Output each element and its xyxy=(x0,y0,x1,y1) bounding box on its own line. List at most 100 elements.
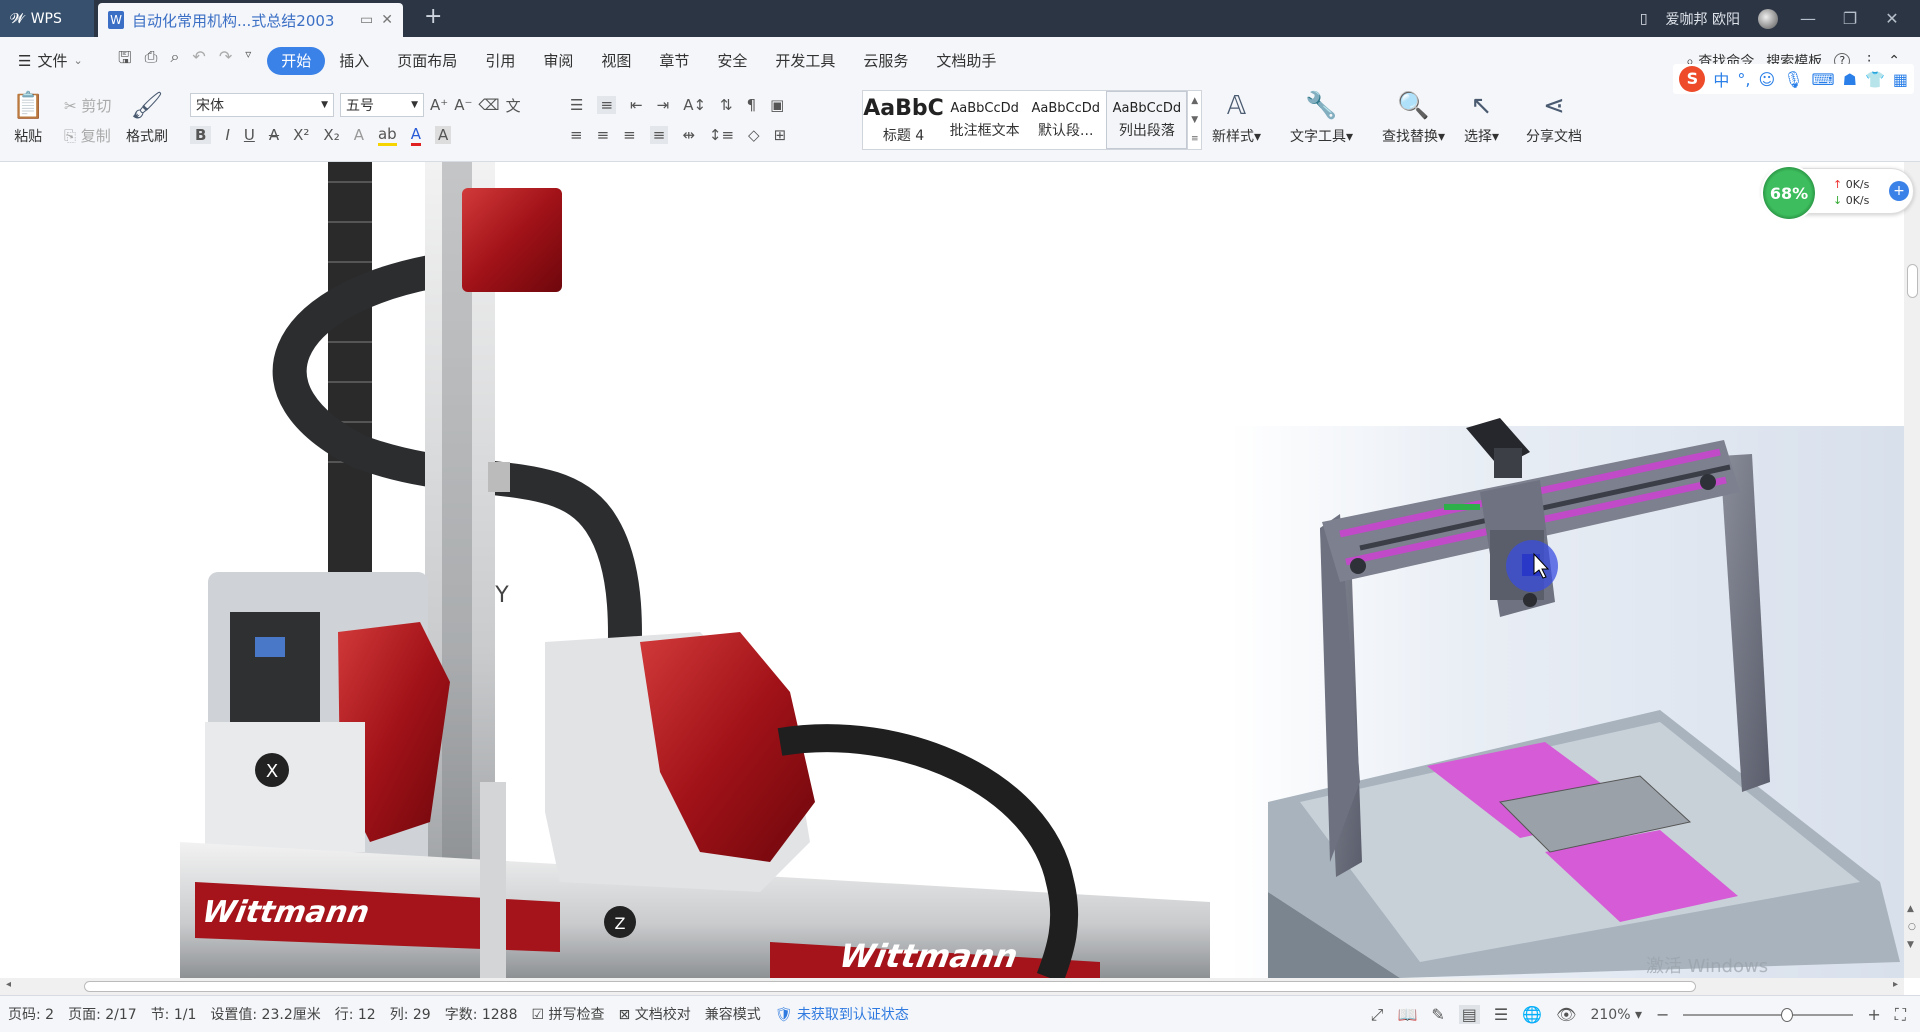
share-document-button[interactable]: ⋖ 分享文档 xyxy=(1526,90,1582,146)
tab-page-layout[interactable]: 页面布局 xyxy=(383,47,471,75)
table-borders-icon[interactable]: ⊞ xyxy=(774,126,787,144)
sort-icon[interactable]: ⇅ xyxy=(720,96,733,114)
customize-chevron-icon[interactable]: ▿ xyxy=(245,47,251,74)
highlight-button[interactable]: ab xyxy=(377,125,397,146)
line-spacing-icon[interactable]: ↕≡ xyxy=(709,126,734,144)
underline-button[interactable]: U xyxy=(244,126,255,144)
scroll-left-icon[interactable]: ◂ xyxy=(6,979,11,990)
chevron-up-icon[interactable]: ▲ xyxy=(1191,96,1198,106)
user-name[interactable]: 爱咖邦 欧阳 xyxy=(1666,9,1740,29)
format-painter-button[interactable]: 🖌 格式刷 xyxy=(126,90,168,146)
document-tab[interactable]: W 自动化常用机构...式总结2003 ▭ ✕ xyxy=(98,3,403,37)
memory-usage-ring[interactable]: 68% xyxy=(1761,165,1817,221)
fit-window-icon[interactable]: ⛶ xyxy=(1895,1005,1906,1025)
align-right-icon[interactable]: ≡ xyxy=(623,126,636,144)
phonetic-guide-icon[interactable]: 文 xyxy=(506,95,521,116)
undo-icon[interactable]: ↶ xyxy=(192,47,205,74)
emoji-icon[interactable]: ☺ xyxy=(1759,70,1776,89)
tab-home[interactable]: 开始 xyxy=(267,46,326,75)
print-preview-icon[interactable]: ⌕ xyxy=(170,47,179,74)
tab-references[interactable]: 引用 xyxy=(471,47,529,75)
status-column[interactable]: 列: 29 xyxy=(390,1004,431,1024)
style-list-paragraph[interactable]: AaBbCcDd 列出段落 xyxy=(1106,91,1188,149)
show-marks-icon[interactable]: ¶ xyxy=(747,96,757,114)
close-window-icon[interactable]: ✕ xyxy=(1880,9,1904,28)
vertical-scrollbar[interactable]: ▲ ○ ▼ xyxy=(1904,162,1920,978)
horizontal-scrollbar[interactable]: ◂ ▸ xyxy=(0,978,1904,995)
restore-icon[interactable]: ❐ xyxy=(1838,9,1862,28)
text-effect-button[interactable]: A xyxy=(354,126,364,144)
bold-button[interactable]: B xyxy=(190,126,212,144)
horizontal-scroll-thumb[interactable] xyxy=(84,981,1696,992)
avatar[interactable] xyxy=(1758,8,1778,29)
web-view-icon[interactable]: 🌐 xyxy=(1522,1005,1542,1024)
status-setting-value[interactable]: 设置值: 23.2厘米 xyxy=(210,1004,320,1024)
ime-mode[interactable]: 中 xyxy=(1713,67,1729,91)
redo-icon[interactable]: ↷ xyxy=(219,47,232,74)
eye-protect-icon[interactable]: 👁 xyxy=(1556,1005,1576,1024)
select-button[interactable]: ↖ 选择▾ xyxy=(1464,90,1499,146)
print-icon[interactable]: ⎙ xyxy=(145,47,158,74)
grid-menu-icon[interactable]: ▦ xyxy=(1893,70,1908,89)
outline-view-icon[interactable]: ☰ xyxy=(1494,1005,1508,1024)
style-heading4[interactable]: AaBbC 标题 4 xyxy=(863,91,944,149)
expand-gallery-icon[interactable]: ≡ xyxy=(1191,134,1199,144)
tab-view[interactable]: 视图 xyxy=(587,47,645,75)
zoom-level[interactable]: 210% ▾ xyxy=(1590,1007,1642,1023)
shrink-font-icon[interactable]: A⁻ xyxy=(454,96,472,114)
add-circle-icon[interactable]: + xyxy=(1889,181,1909,201)
italic-button[interactable]: I xyxy=(225,126,229,144)
cut-button[interactable]: ✂ 剪切 xyxy=(64,95,111,116)
close-tab-icon[interactable]: ✕ xyxy=(381,12,393,28)
new-tab-icon[interactable]: + xyxy=(424,4,442,29)
paste-button[interactable]: 📋 粘贴 xyxy=(12,90,44,146)
minimize-icon[interactable]: — xyxy=(1796,9,1820,28)
align-center-icon[interactable]: ≡ xyxy=(597,126,610,144)
bullet-list-icon[interactable]: ☰ xyxy=(570,96,583,114)
select-browse-icon[interactable]: ○ xyxy=(1908,922,1916,932)
doc-proofread-button[interactable]: ⊠ 文档校对 xyxy=(619,1004,691,1024)
grow-font-icon[interactable]: A⁺ xyxy=(430,96,448,114)
document-canvas[interactable]: Y X Wittmann Wittmann Z 激活 Windows ▲ ○ ▼ xyxy=(0,162,1920,978)
borders-icon[interactable]: ▣ xyxy=(770,96,784,114)
auth-status-button[interactable]: 🛡 未获取到认证状态 xyxy=(775,1004,909,1024)
subscript-button[interactable]: X₂ xyxy=(323,126,339,144)
spell-check-button[interactable]: ☑ 拼写检查 xyxy=(532,1004,605,1024)
scroll-right-icon[interactable]: ▸ xyxy=(1893,979,1898,990)
window-layout-icon[interactable]: ▯ xyxy=(1640,11,1648,27)
prev-page-icon[interactable]: ▲ xyxy=(1907,904,1914,914)
punctuation-icon[interactable]: °, xyxy=(1737,70,1750,89)
status-word-count[interactable]: 字数: 1288 xyxy=(445,1004,518,1024)
tab-cloud-service[interactable]: 云服务 xyxy=(849,47,922,75)
align-left-icon[interactable]: ≡ xyxy=(570,126,583,144)
reading-mode-icon[interactable]: 📖 xyxy=(1397,1005,1417,1024)
font-size-select[interactable]: 五号 ▼ xyxy=(340,93,424,117)
status-section[interactable]: 节: 1/1 xyxy=(151,1004,197,1024)
numbered-list-icon[interactable]: ≡ xyxy=(597,96,617,114)
increase-indent-icon[interactable]: ⇥ xyxy=(657,96,670,114)
chevron-down-icon[interactable]: ▼ xyxy=(1191,115,1198,125)
tab-doc-assistant[interactable]: 文档助手 xyxy=(922,47,1010,75)
style-gallery-scroll[interactable]: ▲ ▼ ≡ xyxy=(1187,91,1201,149)
copy-button[interactable]: ⎘ 复制 xyxy=(64,125,111,146)
tab-insert[interactable]: 插入 xyxy=(325,47,383,75)
pin-window-icon[interactable]: ▭ xyxy=(360,12,373,28)
save-icon[interactable]: 🖫 xyxy=(118,47,132,74)
tab-developer[interactable]: 开发工具 xyxy=(761,47,849,75)
tab-chapter[interactable]: 章节 xyxy=(645,47,703,75)
microphone-icon[interactable]: 🎙 xyxy=(1783,70,1803,89)
new-style-button[interactable]: 𝔸 新样式▾ xyxy=(1212,90,1261,146)
next-page-icon[interactable]: ▼ xyxy=(1907,940,1914,950)
network-monitor-widget[interactable]: 68% ↑ 0K/s ↓ 0K/s + xyxy=(1761,165,1914,221)
find-replace-button[interactable]: 🔍 查找替换▾ xyxy=(1382,90,1445,146)
zoom-out-icon[interactable]: − xyxy=(1656,1005,1669,1024)
clear-format-icon[interactable]: ⌫ xyxy=(478,96,499,114)
decrease-indent-icon[interactable]: ⇤ xyxy=(630,96,643,114)
page-view-icon[interactable]: ▤ xyxy=(1458,1005,1480,1024)
status-page-code[interactable]: 页码: 2 xyxy=(8,1004,54,1024)
distributed-icon[interactable]: ⇹ xyxy=(682,126,695,144)
justify-icon[interactable]: ≡ xyxy=(649,126,669,144)
fullscreen-icon[interactable]: ⤢ xyxy=(1371,1005,1384,1025)
zoom-slider-knob[interactable] xyxy=(1781,1007,1794,1022)
status-page[interactable]: 页面: 2/17 xyxy=(68,1004,137,1024)
